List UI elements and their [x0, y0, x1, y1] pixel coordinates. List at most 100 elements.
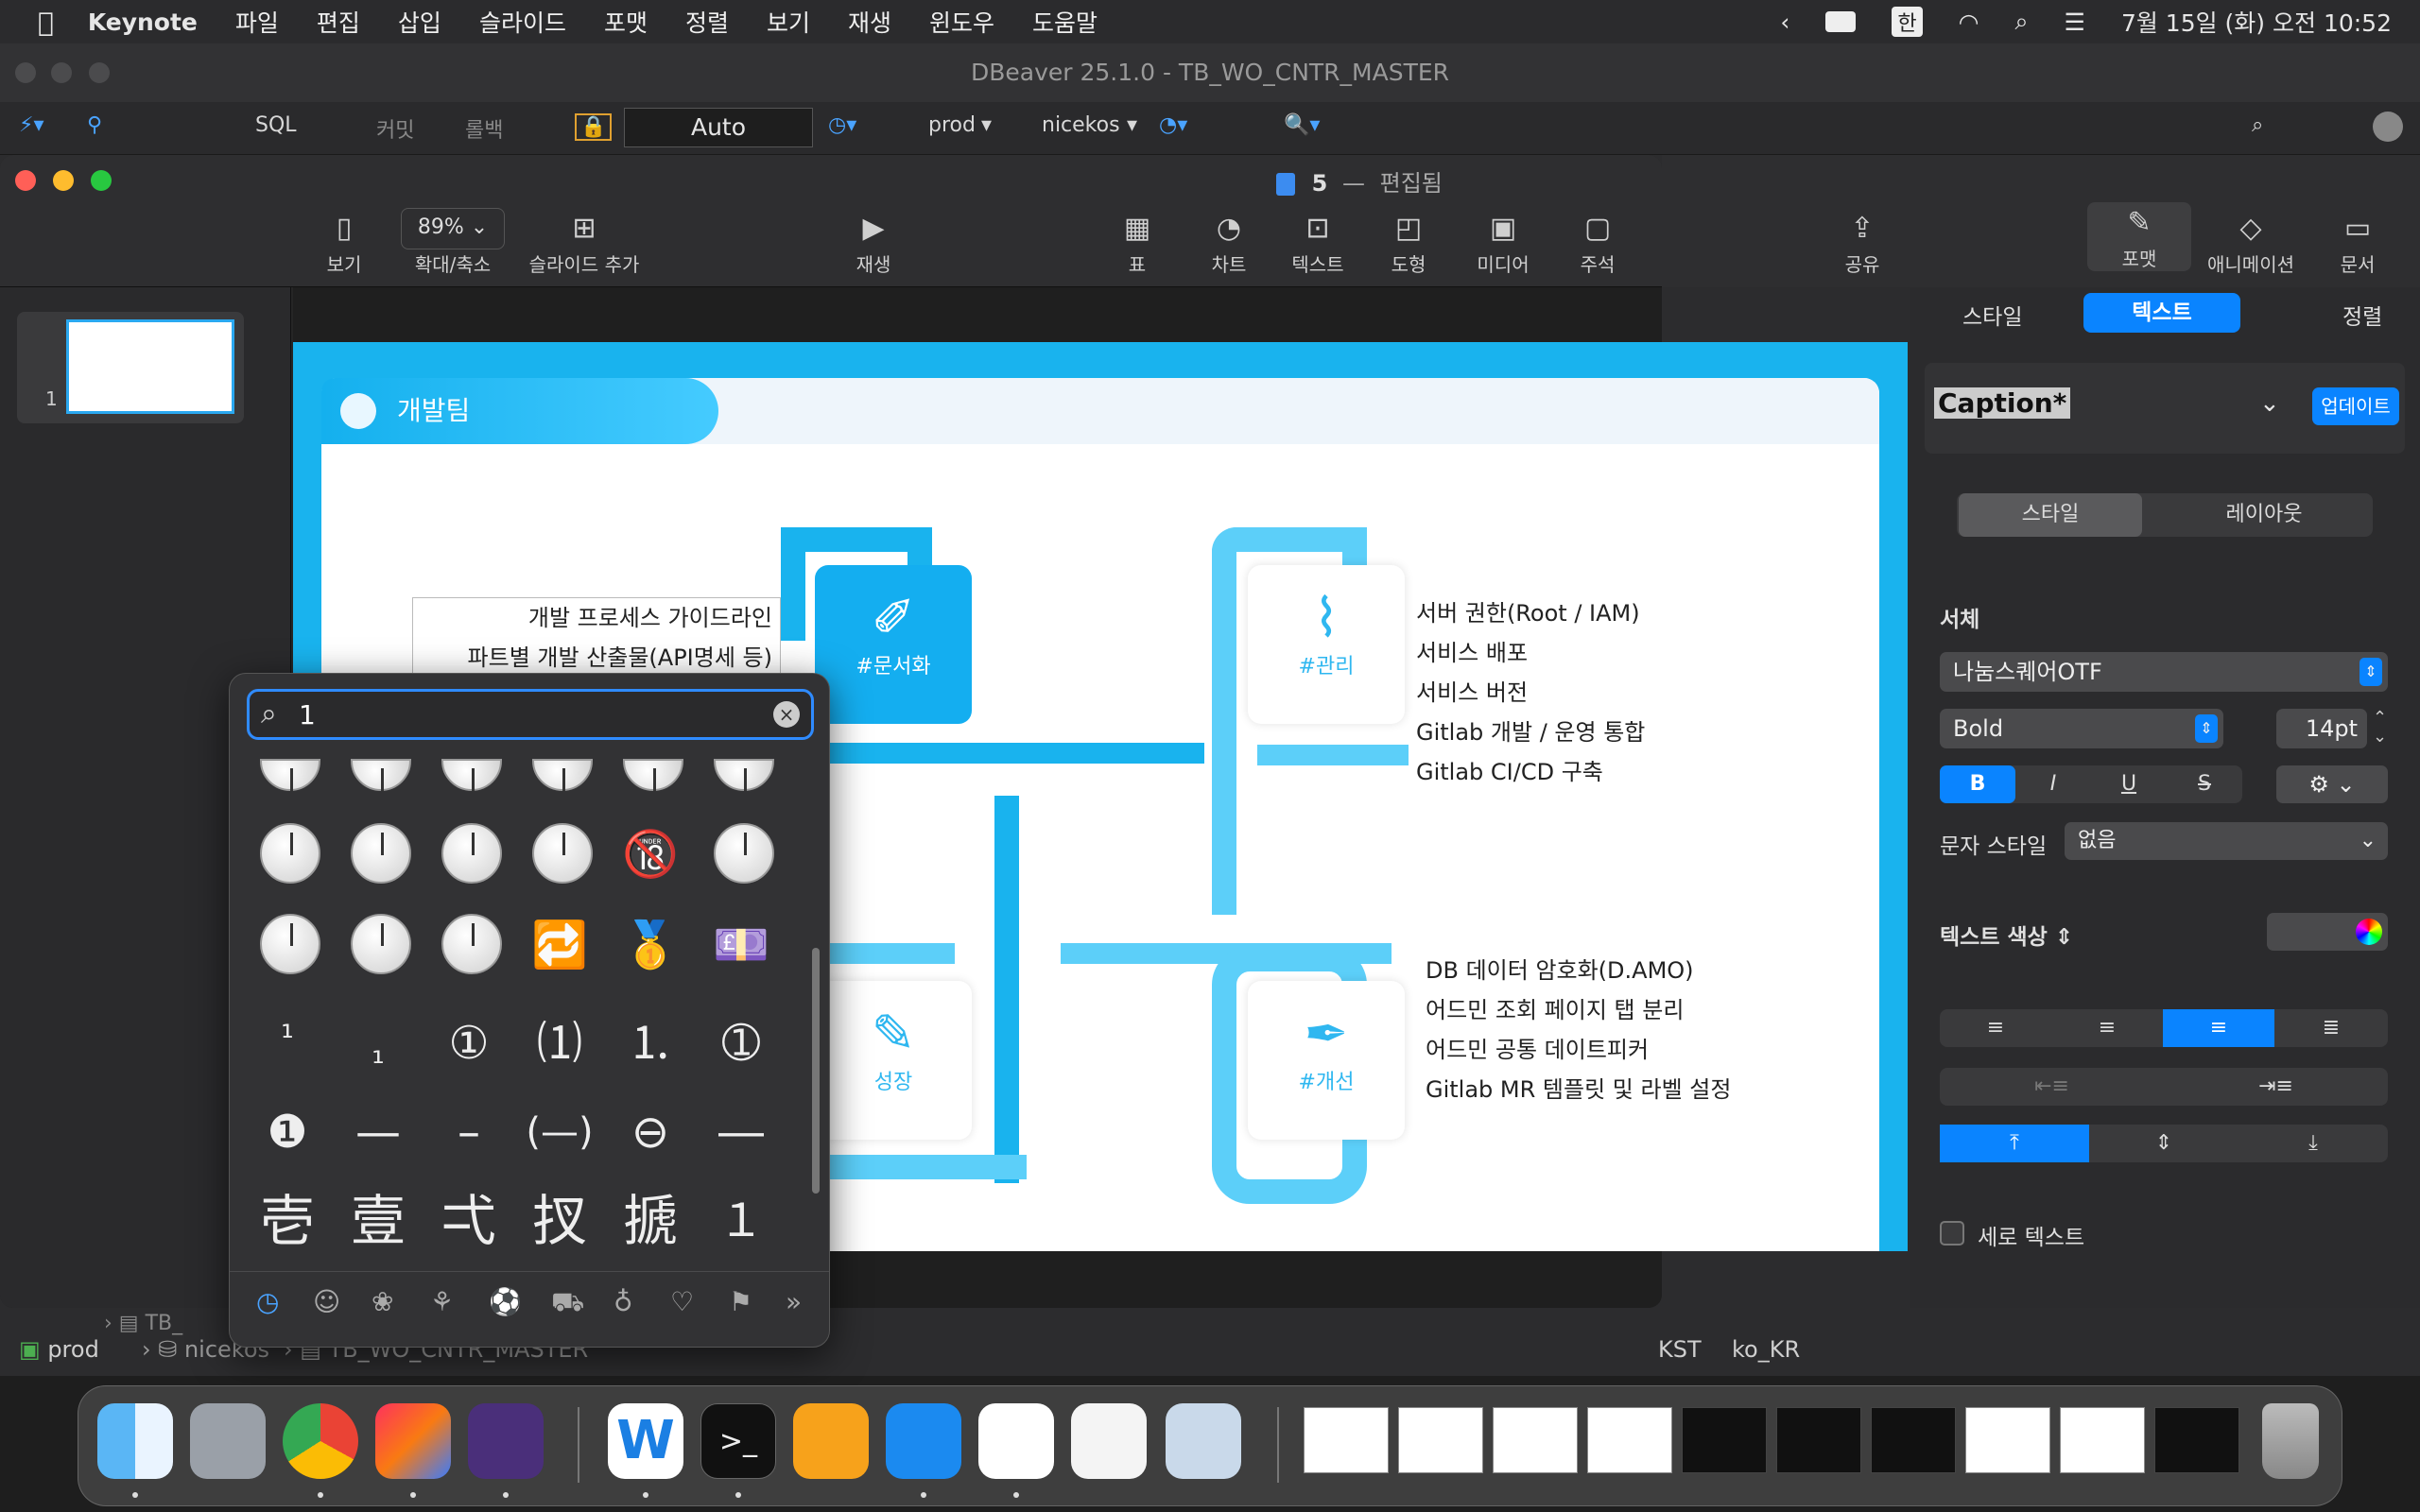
- window-thumbnail[interactable]: [1682, 1407, 1767, 1473]
- picker-scrollbar[interactable]: [812, 948, 820, 1194]
- terminal-icon[interactable]: >_: [700, 1403, 776, 1479]
- trash-icon[interactable]: [2262, 1403, 2319, 1479]
- repeat-one-emoji[interactable]: 🔁: [517, 902, 602, 988]
- clock-emoji[interactable]: [260, 759, 320, 791]
- window-thumbnail[interactable]: [1304, 1407, 1389, 1473]
- animate-button[interactable]: ◇ 애니메이션: [2199, 208, 2303, 277]
- cjk-one[interactable]: 壱: [245, 1178, 330, 1263]
- clock-emoji[interactable]: [441, 823, 502, 884]
- flag-icon[interactable]: ⚑: [729, 1286, 752, 1317]
- cjk-char[interactable]: 搋: [608, 1178, 693, 1263]
- menu-help[interactable]: 도움말: [1032, 5, 1098, 39]
- card-doc[interactable]: ✐ #문서화: [815, 565, 972, 724]
- document-button[interactable]: ▭ 문서: [2327, 208, 2388, 277]
- font-weight-select[interactable]: Bold ⇕: [1940, 709, 2223, 748]
- naver-whale-icon[interactable]: W: [608, 1403, 683, 1479]
- menu-app-name[interactable]: Keynote: [88, 9, 198, 36]
- align-top-button[interactable]: ⤒: [1940, 1125, 2089, 1162]
- launchpad-icon[interactable]: [190, 1403, 266, 1479]
- connect-icon[interactable]: ⚡▾: [19, 113, 44, 137]
- chevron-left-icon[interactable]: ‹: [1780, 9, 1789, 36]
- italic-button[interactable]: I: [2015, 765, 2091, 803]
- font-size-field[interactable]: 14pt: [2276, 709, 2367, 748]
- align-center-button[interactable]: ≡: [2051, 1009, 2163, 1047]
- sql-editor-button[interactable]: SQL: [255, 113, 297, 137]
- clock-emoji[interactable]: [532, 823, 593, 884]
- clock-emoji[interactable]: [623, 759, 683, 791]
- subtab-layout[interactable]: 레이아웃: [2165, 493, 2363, 537]
- window-thumbnail[interactable]: [1871, 1407, 1956, 1473]
- rollback-button[interactable]: 롤백: [465, 113, 503, 144]
- menu-play[interactable]: 재생: [848, 5, 891, 39]
- align-bottom-button[interactable]: ⤓: [2238, 1125, 2388, 1162]
- ball-icon[interactable]: ⚽: [489, 1286, 522, 1317]
- clock-emoji[interactable]: [441, 914, 502, 974]
- parenthesized-dash[interactable]: (—): [517, 1090, 602, 1175]
- dbeaver-icon[interactable]: [978, 1403, 1054, 1479]
- cjk-char[interactable]: 扠: [517, 1178, 602, 1263]
- window-thumbnail[interactable]: [1776, 1407, 1861, 1473]
- db-minimize-button[interactable]: [51, 62, 72, 83]
- char-style-select[interactable]: 없음 ⌄: [2065, 822, 2388, 860]
- improve-text-box[interactable]: DB 데이터 암호화(D.AMO) 어드민 조회 페이지 탭 분리 어드민 공통…: [1426, 951, 1731, 1109]
- clock-emoji[interactable]: [714, 823, 774, 884]
- intellij-icon[interactable]: [375, 1403, 451, 1479]
- tab-text[interactable]: 텍스트: [2083, 293, 2240, 333]
- window-thumbnail[interactable]: [2060, 1407, 2145, 1473]
- negative-circled-one[interactable]: ❶: [245, 1090, 330, 1175]
- lock-icon[interactable]: 🔒: [575, 113, 613, 141]
- apple-icon[interactable]: : [38, 7, 54, 38]
- clock-emoji[interactable]: [260, 823, 320, 884]
- view-button[interactable]: ▯ 보기: [316, 208, 372, 277]
- clock-emoji[interactable]: [260, 914, 320, 974]
- global-search-icon[interactable]: ⌕: [2252, 113, 2263, 137]
- clock-emoji[interactable]: [441, 759, 502, 791]
- connection-selector[interactable]: prod: [928, 113, 976, 137]
- font-size-stepper[interactable]: ⌃ ⌄: [2373, 709, 2387, 747]
- recent-icon[interactable]: ◷: [256, 1286, 279, 1317]
- finder-icon[interactable]: [97, 1403, 173, 1479]
- style-chevron-icon[interactable]: ⌄: [2259, 389, 2280, 418]
- card-grow[interactable]: ✎ 성장: [815, 981, 972, 1140]
- share-button[interactable]: ⇪ 공유: [1834, 208, 1891, 277]
- zoom-button[interactable]: 89% ⌄ 확대/축소: [401, 208, 505, 277]
- vertical-text-checkbox[interactable]: [1940, 1221, 1964, 1246]
- status-connection[interactable]: ▣ prod: [19, 1336, 99, 1363]
- menu-insert[interactable]: 삽입: [398, 5, 441, 39]
- db-close-button[interactable]: [15, 62, 36, 83]
- window-thumbnail[interactable]: [1965, 1407, 2050, 1473]
- control-center-icon[interactable]: ☰: [2065, 9, 2085, 36]
- search-tool-icon[interactable]: 🔍▾: [1284, 113, 1320, 137]
- avatar[interactable]: [2373, 112, 2403, 142]
- plug-icon[interactable]: ⚲: [87, 113, 102, 137]
- align-right-button[interactable]: ≡: [2163, 1009, 2274, 1047]
- clock-emoji[interactable]: [351, 823, 411, 884]
- subtab-style[interactable]: 스타일: [1959, 493, 2142, 537]
- underline-button[interactable]: U: [2091, 765, 2167, 803]
- comment-button[interactable]: ▢ 주석: [1569, 208, 1626, 277]
- preview-icon[interactable]: [1166, 1403, 1241, 1479]
- cjk-one[interactable]: 弌: [426, 1178, 511, 1263]
- bold-button[interactable]: B: [1940, 765, 2015, 803]
- menu-clock[interactable]: 7월 15일 (화) 오전 10:52: [2121, 5, 2392, 39]
- text-color-label[interactable]: 텍스트 색상 ⇕: [1940, 919, 2073, 951]
- font-family-select[interactable]: 나눔스퀘어OTF ⇕: [1940, 652, 2388, 692]
- format-button[interactable]: ✎ 포맷: [2087, 202, 2191, 271]
- schema-chevron-icon[interactable]: ▾: [1127, 113, 1137, 137]
- dashboard-icon[interactable]: ◔▾: [1159, 113, 1187, 137]
- pound-banknote-emoji[interactable]: 💷: [699, 902, 784, 988]
- dash-char[interactable]: ―: [699, 1090, 784, 1175]
- tab-arrange[interactable]: 정렬: [2342, 299, 2382, 331]
- search-icon[interactable]: ⌕: [2015, 8, 2029, 36]
- window-thumbnail[interactable]: [2154, 1407, 2239, 1473]
- input-source[interactable]: 한: [1892, 7, 1923, 37]
- dash-char[interactable]: —: [336, 1090, 421, 1175]
- food-icon[interactable]: ⚘: [430, 1286, 454, 1317]
- paragraph-style-name[interactable]: Caption*: [1934, 387, 2071, 419]
- circled-minus[interactable]: ⊖: [608, 1090, 693, 1175]
- wifi-icon[interactable]: ◠: [1959, 9, 1979, 36]
- kn-minimize-button[interactable]: [53, 170, 74, 191]
- medal-emoji[interactable]: 🥇: [608, 902, 693, 988]
- text-options-button[interactable]: ⚙ ⌄: [2276, 765, 2388, 803]
- naver-cube-icon[interactable]: [1071, 1403, 1147, 1479]
